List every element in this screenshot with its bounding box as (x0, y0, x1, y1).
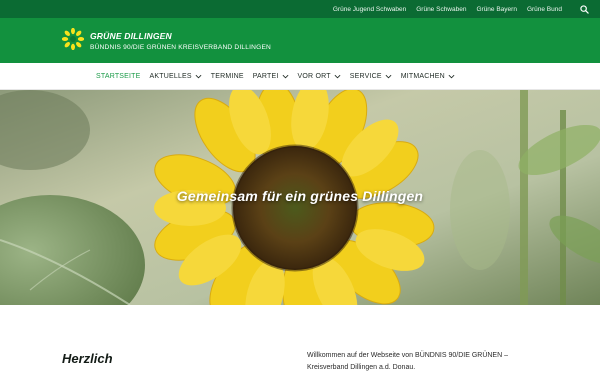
intro-section: Herzlich Willkommen auf der Webseite von… (0, 305, 600, 376)
chevron-down-icon (385, 74, 392, 78)
hero-banner: Gemeinsam für ein grünes Dillingen (0, 90, 600, 305)
nav-item-label: SERVICE (349, 72, 382, 80)
link-gruene-bayern[interactable]: Grüne Bayern (476, 6, 516, 13)
chevron-down-icon (282, 74, 288, 78)
link-gruene-bund[interactable]: Grüne Bund (527, 6, 562, 13)
nav-item-label: PARTEI (252, 72, 279, 80)
nav-item-vor-ort[interactable]: VOR ORT (298, 73, 341, 80)
welcome-text: Willkommen auf der Webseite von BÜNDNIS … (307, 350, 547, 374)
nav-item-label: MITMACHEN (400, 72, 445, 80)
nav-item-partei[interactable]: PARTEI (253, 73, 289, 80)
sunflower-logo-icon[interactable] (61, 27, 85, 51)
welcome-line: Kreisverband Dillingen a.d. Donau. (307, 364, 416, 371)
nav-item-service[interactable]: SERVICE (350, 73, 392, 80)
main-navigation: STARTSEITE AKTUELLES TERMINE PARTEI VOR … (0, 63, 600, 90)
nav-item-label: TERMINE (210, 72, 244, 80)
nav-item-label: STARTSEITE (96, 72, 141, 80)
nav-item-termine[interactable]: TERMINE (211, 73, 244, 80)
nav-item-label: AKTUELLES (149, 72, 192, 80)
top-utility-bar: Grüne Jugend Schwaben Grüne Schwaben Grü… (0, 0, 600, 18)
hero-title: Gemeinsam für ein grünes Dillingen (176, 188, 424, 204)
nav-item-startseite[interactable]: STARTSEITE (96, 73, 141, 80)
chevron-down-icon (448, 74, 455, 78)
chevron-down-icon (195, 74, 202, 78)
search-icon[interactable] (578, 3, 590, 15)
chevron-down-icon (334, 74, 341, 78)
site-title: GRÜNE DILLINGEN (90, 30, 172, 41)
brand-header: GRÜNE DILLINGEN BÜNDNIS 90/DIE GRÜNEN KR… (0, 18, 600, 63)
site-subtitle: BÜNDNIS 90/DIE GRÜNEN KREISVERBAND DILLI… (90, 43, 272, 51)
link-gruene-schwaben[interactable]: Grüne Schwaben (416, 6, 466, 13)
nav-item-mitmachen[interactable]: MITMACHEN (401, 73, 455, 80)
nav-item-label: VOR ORT (297, 72, 331, 80)
brand-text[interactable]: GRÜNE DILLINGEN BÜNDNIS 90/DIE GRÜNEN KR… (90, 31, 271, 51)
nav-item-aktuelles[interactable]: AKTUELLES (150, 73, 202, 80)
link-gruene-jugend-schwaben[interactable]: Grüne Jugend Schwaben (333, 6, 406, 13)
intro-heading: Herzlich (62, 351, 113, 366)
welcome-line: Willkommen auf der Webseite von BÜNDNIS … (307, 352, 508, 359)
